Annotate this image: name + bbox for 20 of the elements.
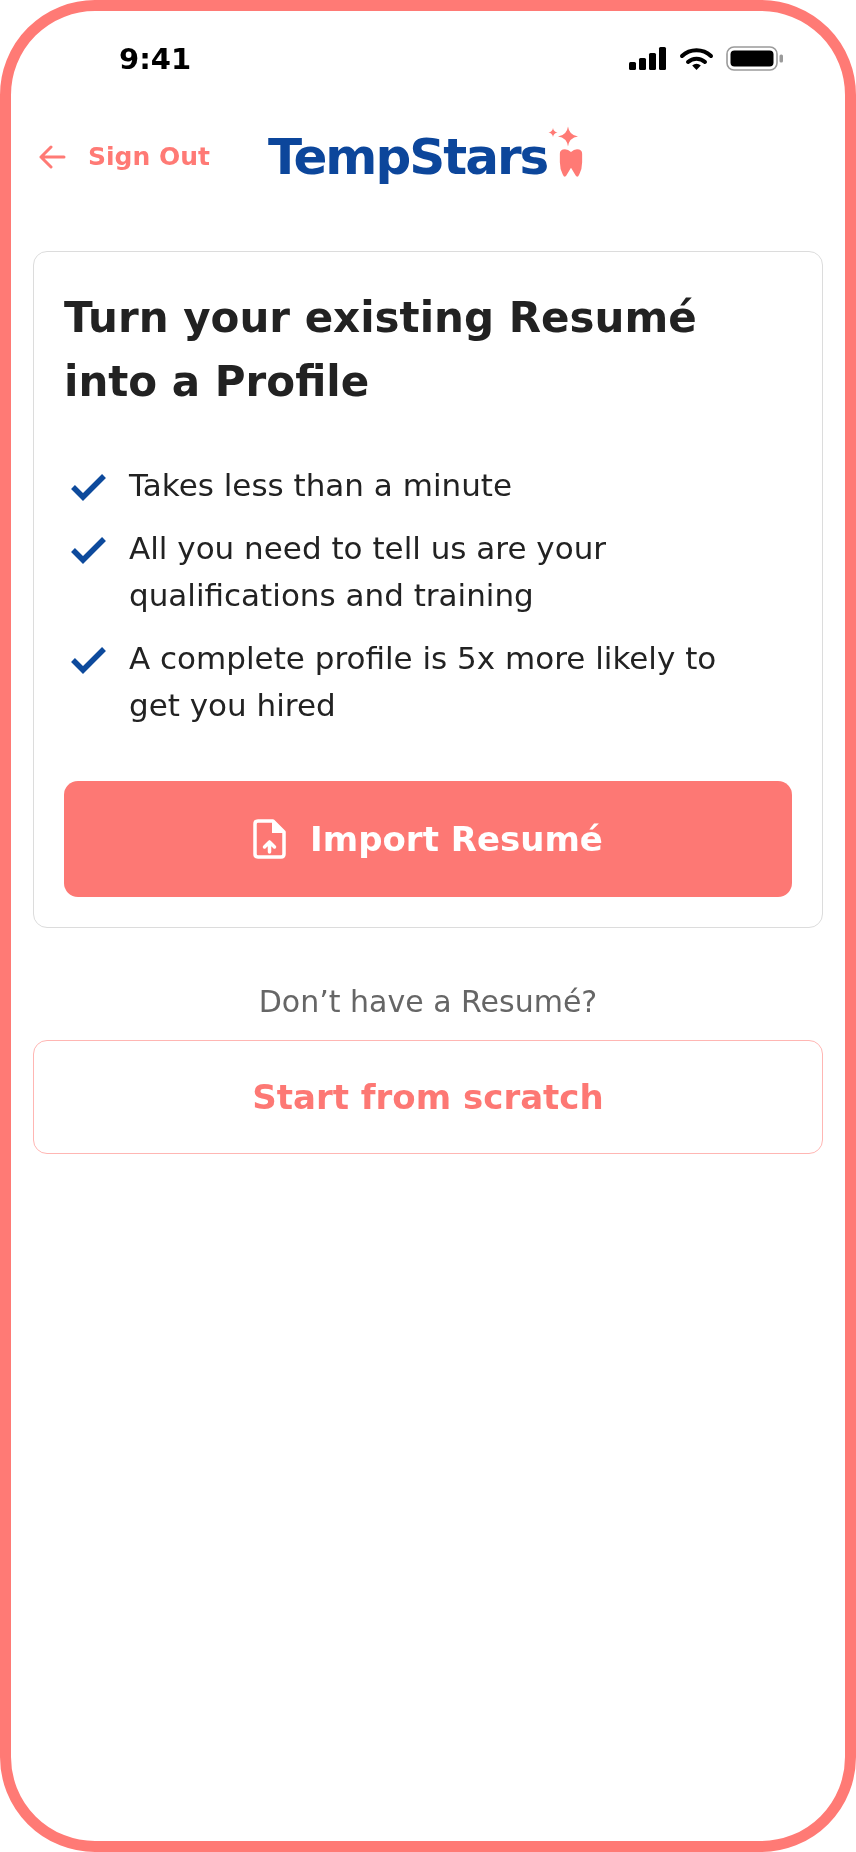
check-icon [70,645,107,674]
benefit-text: Takes less than a minute [129,466,513,505]
file-upload-icon [253,819,287,859]
import-resume-button[interactable]: Import Resumé [64,781,792,897]
sparkle-icon [548,126,579,147]
wifi-icon [679,46,714,71]
benefit-text: All you need to tell us are your qualifications and training [129,529,608,615]
battery-icon [726,46,783,71]
sign-out-link[interactable]: Sign Out [38,138,210,176]
no-resume-prompt: Don’t have a Resumé? [257,984,599,1020]
card-title: Turn your existing Resumé into a Profile [64,292,698,408]
signal-icon [629,47,667,70]
tooth-icon [558,149,585,179]
status-time: 9:41 [119,45,192,74]
start-from-scratch-button[interactable]: Start from scratch [33,1040,823,1154]
arrow-left-icon [38,145,66,169]
logo-text: TempStars [268,132,548,182]
benefit-text: A complete profile is 5x more likely to get you hired [129,639,718,725]
check-icon [70,535,107,564]
check-icon [70,472,107,501]
